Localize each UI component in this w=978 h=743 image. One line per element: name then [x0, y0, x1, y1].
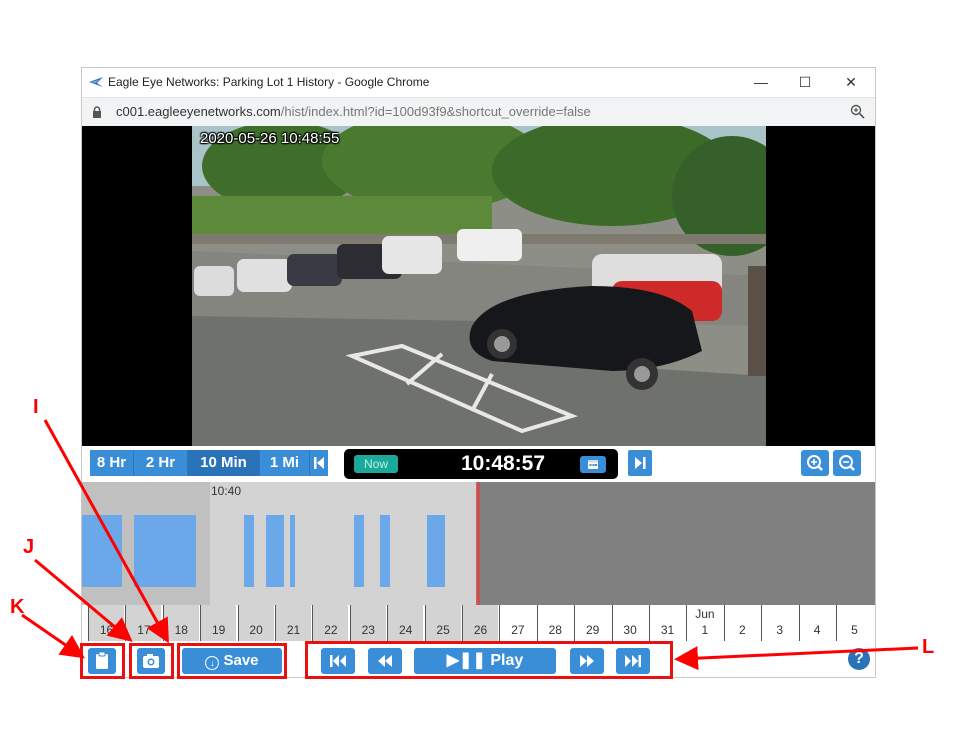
annotation-label-l: L — [922, 636, 935, 658]
arrow-i — [43, 419, 169, 644]
annotation-label-k: K — [10, 596, 25, 618]
arrow-j — [34, 558, 133, 642]
annotation-label-i: I — [33, 396, 39, 418]
annotation-label-j: J — [23, 536, 35, 558]
annotation-arrows — [21, 419, 919, 671]
arrow-l — [674, 646, 919, 671]
arrow-k — [21, 613, 85, 659]
